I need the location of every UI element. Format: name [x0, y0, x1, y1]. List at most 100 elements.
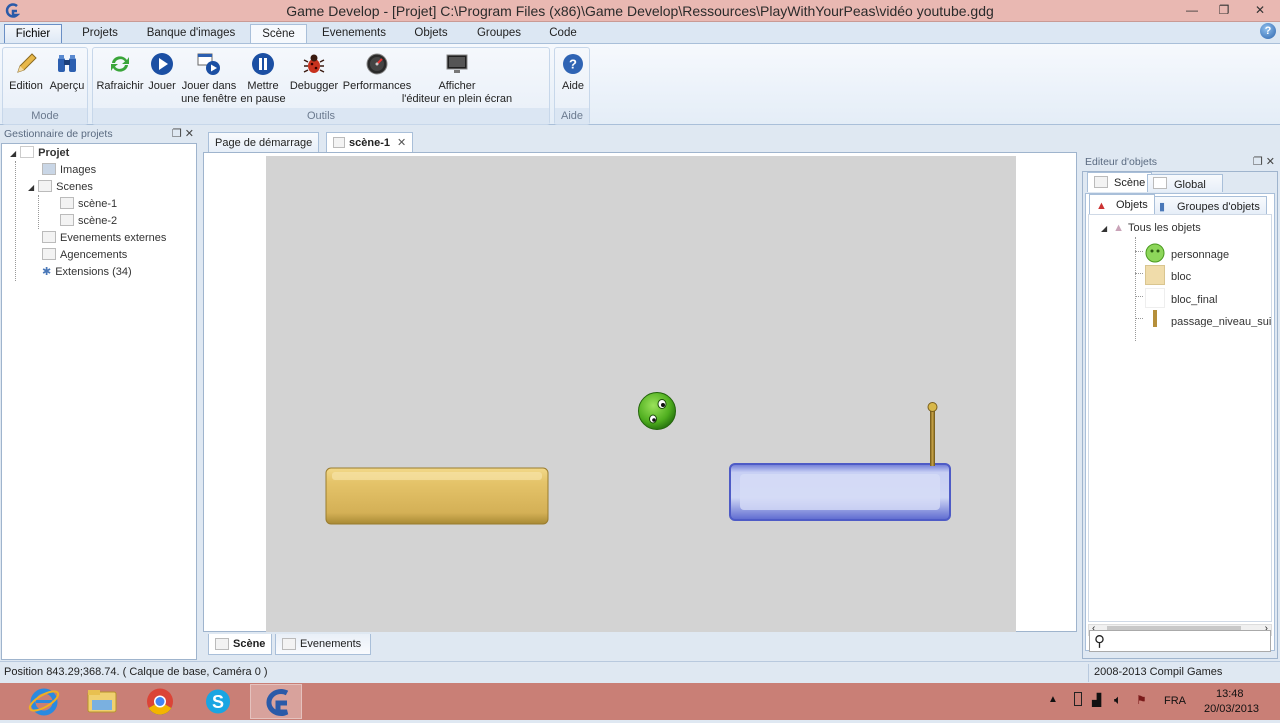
menu-projets[interactable]: Projets: [72, 24, 128, 44]
help-circle-icon: ?: [563, 54, 583, 74]
tab-objects-global-label: Global: [1174, 179, 1206, 191]
action-center-icon[interactable]: ⚑: [1136, 693, 1147, 707]
plein-ecran-label-1: Afficher: [438, 80, 476, 92]
menu-scene[interactable]: Scène: [250, 24, 307, 44]
close-panel-icon[interactable]: ✕: [1266, 156, 1275, 168]
scene-editor-canvas[interactable]: [203, 152, 1077, 632]
tree-item-scene-2[interactable]: scène-2: [60, 213, 117, 230]
tree-all-objects[interactable]: ◢ ▲ Tous les objets: [1101, 220, 1201, 237]
object-tree: ◢ ▲ Tous les objets personnage bloc bloc_f…: [1088, 214, 1272, 622]
plein-ecran-button[interactable]: Afficher l'éditeur en plein écran: [395, 50, 519, 106]
clock-date[interactable]: 20/03/2013: [1204, 703, 1259, 715]
apercu-label: Aperçu: [49, 80, 85, 92]
subtab-objets[interactable]: ▲ Objets: [1089, 194, 1155, 214]
help-icon[interactable]: ?: [1260, 23, 1276, 39]
window-title: Game Develop - [Projet] C:\Program Files…: [286, 3, 994, 19]
tab-start-page[interactable]: Page de démarrage: [208, 132, 320, 153]
battery-icon[interactable]: [1074, 692, 1082, 706]
menu-fichier[interactable]: Fichier: [4, 24, 62, 44]
tray-arrow-icon[interactable]: ▲: [1048, 694, 1058, 705]
search-icon: ⚲: [1094, 633, 1105, 650]
taskbar-skype[interactable]: S: [192, 684, 244, 719]
subtab-groupes[interactable]: ▮ Groupes d'objets: [1154, 196, 1267, 214]
language-indicator[interactable]: FRA: [1164, 695, 1186, 707]
taskbar-chrome[interactable]: [134, 684, 186, 719]
tree-item-external-events-label: Evenements externes: [60, 232, 167, 244]
collapse-icon[interactable]: ◢: [28, 183, 34, 192]
network-icon[interactable]: ▟: [1092, 693, 1101, 707]
events-tab-icon: [282, 638, 296, 650]
personnage-object[interactable]: [638, 392, 676, 430]
taskbar-explorer[interactable]: [76, 684, 128, 719]
menu-objets[interactable]: Objets: [404, 24, 458, 44]
menu-evenements[interactable]: Evenements: [316, 24, 392, 44]
refresh-icon: [111, 56, 129, 72]
menu-code[interactable]: Code: [540, 24, 586, 44]
jouer-fenetre-label-2: une fenêtre: [181, 93, 237, 105]
close-button[interactable]: ✕: [1240, 0, 1280, 20]
apercu-button[interactable]: Aperçu: [47, 50, 87, 93]
pause-button[interactable]: Mettre en pause: [239, 50, 287, 106]
bloc-final-icon: [1145, 288, 1165, 308]
monitor-icon: [446, 54, 468, 73]
rafraichir-button[interactable]: Rafraichir: [95, 50, 145, 93]
bottom-tab-scene[interactable]: Scène: [208, 634, 273, 655]
taskbar-game-develop[interactable]: [250, 684, 302, 719]
scene-icon: [60, 197, 74, 209]
close-panel-icon[interactable]: ✕: [185, 128, 194, 140]
menu-banque-images[interactable]: Banque d'images: [138, 24, 244, 44]
restore-button[interactable]: ❐: [1208, 0, 1240, 20]
menu-groupes[interactable]: Groupes: [468, 24, 530, 44]
tree-guide: [1135, 318, 1143, 319]
edition-button[interactable]: Edition: [7, 50, 45, 93]
tab-objects-scene[interactable]: Scène: [1087, 172, 1153, 192]
bloc-object[interactable]: [325, 467, 549, 525]
bottom-tab-events-label: Evenements: [300, 638, 362, 650]
object-search-field[interactable]: ⚲: [1089, 630, 1271, 652]
tree-guide: [1135, 251, 1143, 252]
object-editor-title: Editeur d'objets: [1085, 156, 1158, 168]
menu-bar: Fichier Projets Banque d'images Scène Ev…: [0, 22, 1280, 44]
bottom-tab-events[interactable]: Evenements: [275, 634, 371, 655]
clock-time[interactable]: 13:48: [1216, 688, 1244, 700]
tab-objects-global[interactable]: Global: [1147, 174, 1223, 192]
tree-item-scenes[interactable]: ◢ Scenes: [28, 179, 93, 196]
object-item-bloc[interactable]: bloc: [1145, 265, 1191, 285]
jouer-fenetre-button[interactable]: Jouer dans une fenêtre: [179, 50, 239, 106]
close-tab-icon[interactable]: ✕: [397, 137, 406, 149]
subtab-groupes-label: Groupes d'objets: [1177, 201, 1260, 213]
volume-icon[interactable]: 🔈︎: [1114, 692, 1122, 708]
object-item-passage-niveau[interactable]: passage_niveau_suiv: [1145, 310, 1271, 327]
collapse-icon[interactable]: ◢: [1101, 224, 1107, 233]
internet-explorer-icon: [28, 688, 60, 716]
aide-button[interactable]: ? Aide: [557, 50, 589, 93]
tab-scene-1[interactable]: scène-1 ✕: [326, 132, 414, 153]
jouer-button[interactable]: Jouer: [147, 50, 177, 93]
debugger-button[interactable]: Debugger: [287, 50, 341, 93]
taskbar-ie[interactable]: [18, 684, 70, 719]
scenes-icon: [38, 180, 53, 192]
bloc-final-object[interactable]: [729, 463, 951, 521]
object-item-bloc-final[interactable]: bloc_final: [1145, 288, 1218, 308]
tree-item-extensions[interactable]: ✱ Extensions (34): [42, 264, 132, 281]
minimize-button[interactable]: —: [1176, 0, 1208, 20]
passage-niveau-object[interactable]: [927, 402, 938, 467]
collapse-icon[interactable]: ◢: [10, 149, 16, 158]
float-panel-icon[interactable]: ❐: [172, 128, 182, 140]
tree-root-label: Projet: [38, 147, 70, 159]
objects-icon: ▲: [1096, 200, 1107, 212]
bloc-icon: [1145, 265, 1165, 285]
extensions-icon: ✱: [42, 266, 52, 278]
scene-view[interactable]: [266, 156, 1016, 632]
tree-item-agencements[interactable]: Agencements: [42, 247, 127, 264]
tree-item-scene-1[interactable]: scène-1: [60, 196, 117, 213]
tree-root-projet[interactable]: ◢ Projet: [10, 145, 69, 162]
object-item-personnage[interactable]: personnage: [1145, 243, 1229, 263]
tree-item-external-events[interactable]: Evenements externes: [42, 230, 166, 247]
gauge-icon: [366, 53, 388, 75]
global-icon: [1153, 177, 1167, 189]
float-panel-icon[interactable]: ❐: [1253, 156, 1263, 168]
windows-taskbar: S ▲ ▟ 🔈︎ ⚑ FRA 13:48 20/03/2013: [0, 683, 1280, 720]
tree-item-images[interactable]: Images: [42, 162, 96, 179]
object-name: bloc_final: [1171, 294, 1218, 306]
